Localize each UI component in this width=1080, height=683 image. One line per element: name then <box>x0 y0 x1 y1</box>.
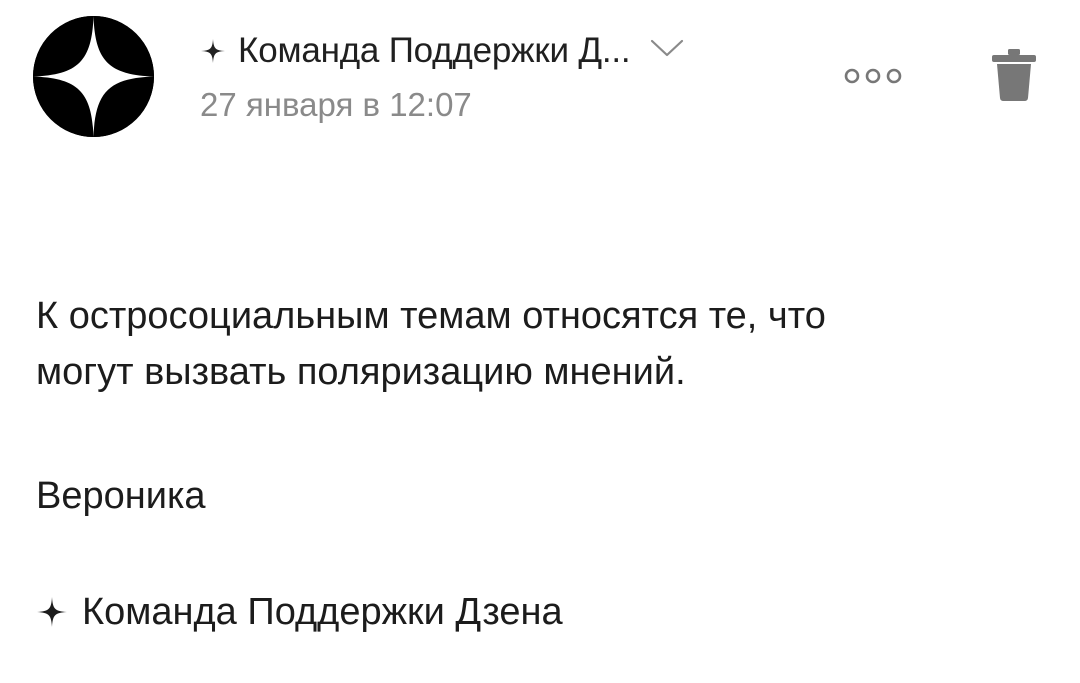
sender-avatar[interactable] <box>33 16 154 137</box>
zen-star-icon <box>200 38 226 64</box>
zen-star-icon <box>36 596 68 628</box>
signature-team-text: Команда Поддержки Дзена <box>82 590 563 633</box>
chevron-down-icon[interactable] <box>650 37 684 59</box>
message-date: 27 января в 12:07 <box>200 86 472 123</box>
trash-icon <box>988 44 1040 104</box>
email-view: Команда Поддержки Д... 27 января в 12:07 <box>0 0 1080 683</box>
delete-button[interactable] <box>988 44 1040 104</box>
message-text-line-1: К остросоциальным темам относятся те, чт… <box>36 295 826 337</box>
sender-row[interactable]: Команда Поддержки Д... <box>200 30 684 72</box>
signature-team: Команда Поддержки Дзена <box>36 584 563 640</box>
zen-star-logo-icon <box>33 16 154 137</box>
message-body: К остросоциальным темам относятся те, чт… <box>36 288 1036 400</box>
message-text-line-2: могут вызвать поляризацию мнений. <box>36 351 686 393</box>
sender-name: Команда Поддержки Д... <box>238 31 631 70</box>
signature-name: Вероника <box>36 475 206 517</box>
more-dots-icon <box>842 65 904 87</box>
more-options-button[interactable] <box>838 60 908 92</box>
